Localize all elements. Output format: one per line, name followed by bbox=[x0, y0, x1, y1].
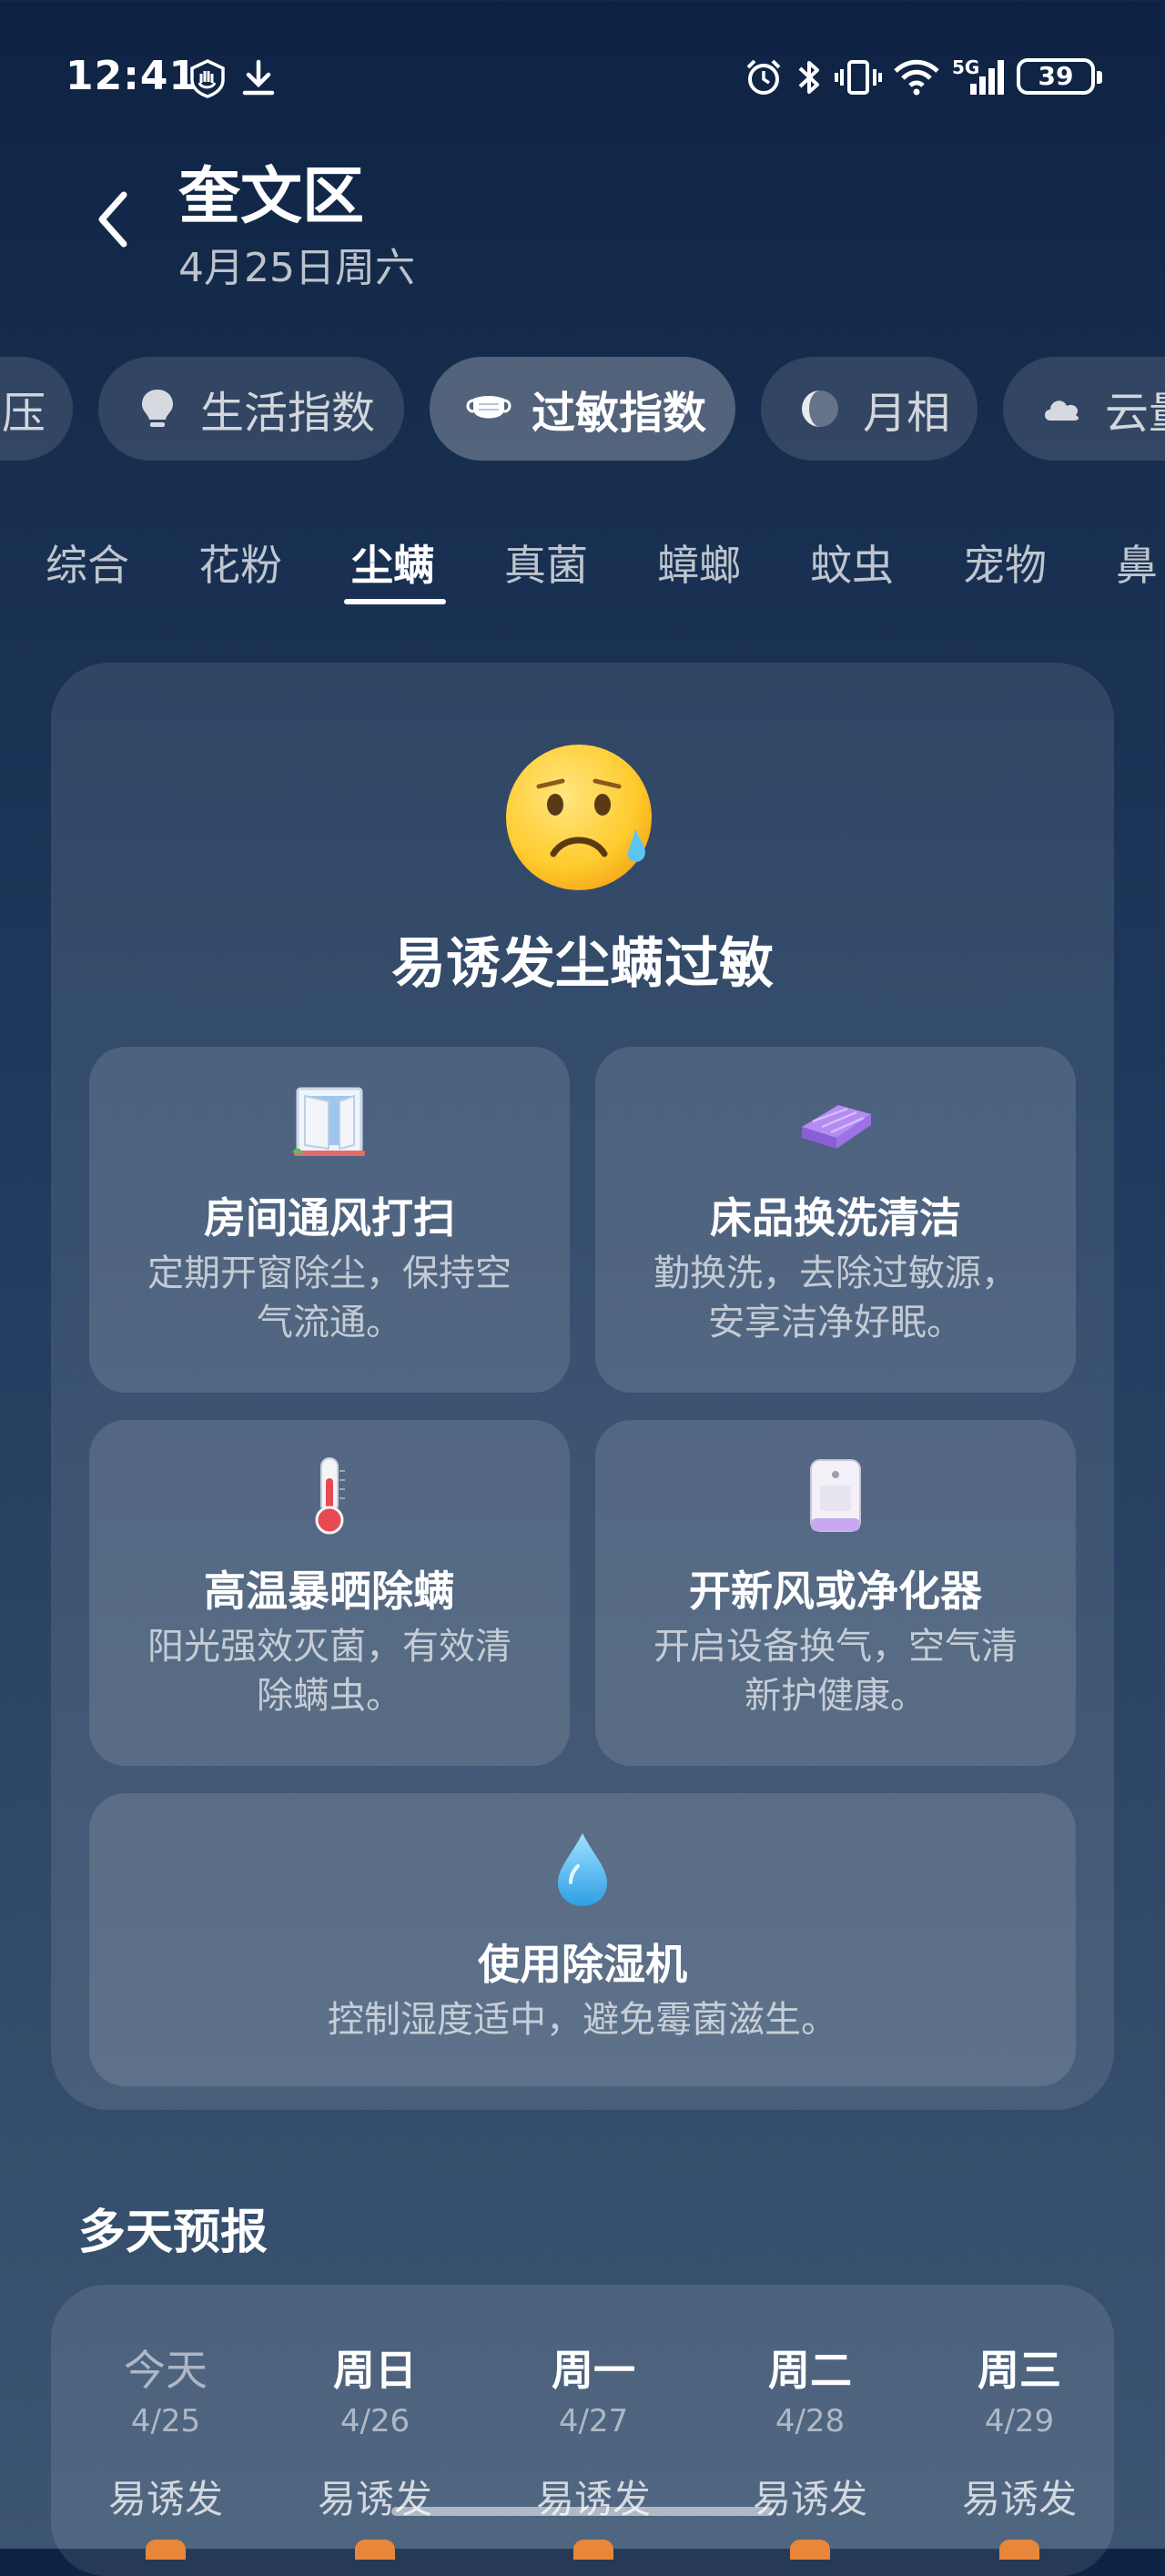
tab-nose[interactable]: 鼻 bbox=[1116, 532, 1158, 593]
tab-overall[interactable]: 综合 bbox=[46, 532, 129, 593]
tip-description: 定期开窗除尘，保持空气流通。 bbox=[147, 1253, 512, 1344]
tip-card-ventilation[interactable]: 房间通风打扫 定期开窗除尘，保持空气流通。 bbox=[89, 1047, 570, 1393]
chip-moon-phase[interactable]: 月相 bbox=[761, 357, 978, 461]
tip-title: 房间通风打扫 bbox=[204, 1193, 455, 1242]
download-icon bbox=[242, 59, 275, 96]
tab-fungi[interactable]: 真菌 bbox=[504, 532, 588, 593]
forecast-level-indicator bbox=[573, 2540, 613, 2560]
tip-description: 开启设备换气，空气清新护健康。 bbox=[653, 1626, 1018, 1717]
tip-description: 勤换洗，去除过敏源，安享洁净好眠。 bbox=[653, 1253, 1018, 1344]
forecast-level: 易诱发 bbox=[961, 2477, 1077, 2521]
hand-shield-icon bbox=[190, 59, 225, 98]
bluetooth-icon bbox=[798, 61, 819, 94]
active-tab-indicator bbox=[344, 599, 446, 604]
forecast-date: 4/29 bbox=[984, 2403, 1055, 2439]
status-time: 12:41 bbox=[66, 53, 198, 99]
mask-icon bbox=[466, 396, 512, 419]
status-bar: 12:41 5G 39 bbox=[0, 0, 1165, 155]
window-icon bbox=[292, 1087, 365, 1156]
tab-pet[interactable]: 宠物 bbox=[963, 532, 1047, 593]
alarm-icon bbox=[746, 59, 781, 95]
chip-life-index[interactable]: 生活指数 bbox=[98, 357, 404, 461]
tip-description: 控制湿度适中，避免霉菌滋生。 bbox=[328, 1999, 837, 2041]
thermometer-icon bbox=[315, 1457, 345, 1535]
forecast-day-label: 今天 bbox=[124, 2346, 208, 2395]
forecast-level-indicator bbox=[146, 2540, 186, 2560]
cloud-icon bbox=[1045, 401, 1079, 421]
tip-title: 使用除湿机 bbox=[478, 1940, 687, 1989]
chip-label: 云量 bbox=[1105, 388, 1165, 439]
signal-icon bbox=[970, 60, 1004, 95]
tip-card-bedding[interactable]: 床品换洗清洁 勤换洗，去除过敏源，安享洁净好眠。 bbox=[595, 1047, 1076, 1393]
forecast-day-label: 周一 bbox=[552, 2346, 635, 2395]
forecast-date: 4/27 bbox=[558, 2403, 629, 2439]
forecast-date: 4/28 bbox=[775, 2403, 846, 2439]
tip-card-sun-exposure[interactable]: 高温暴晒除螨 阳光强效灭菌，有效清除螨虫。 bbox=[89, 1420, 570, 1766]
moon-phase-icon bbox=[802, 390, 838, 427]
chip-label: 过敏指数 bbox=[532, 388, 707, 439]
tab-mosquito[interactable]: 蚊虫 bbox=[810, 532, 894, 593]
tip-title: 开新风或净化器 bbox=[689, 1567, 982, 1616]
home-indicator[interactable] bbox=[391, 2507, 774, 2516]
tip-card-dehumidifier[interactable]: 使用除湿机 控制湿度适中，避免霉菌滋生。 bbox=[89, 1793, 1076, 2086]
forecast-day-label: 周二 bbox=[768, 2346, 852, 2395]
forecast-level-indicator bbox=[999, 2540, 1039, 2560]
tab-pollen[interactable]: 花粉 bbox=[198, 532, 282, 593]
lightbulb-icon bbox=[142, 390, 173, 427]
tab-cockroach[interactable]: 蟑螂 bbox=[657, 532, 741, 593]
folded-blanket-icon bbox=[802, 1105, 871, 1149]
allergy-risk-headline: 易诱发尘螨过敏 bbox=[391, 932, 774, 996]
forecast-date: 4/26 bbox=[339, 2403, 410, 2439]
air-purifier-icon bbox=[810, 1459, 861, 1532]
forecast-level: 易诱发 bbox=[107, 2477, 223, 2521]
wifi-icon bbox=[894, 59, 939, 96]
vibrate-icon bbox=[835, 60, 882, 95]
forecast-date: 4/25 bbox=[130, 2403, 201, 2439]
location-title: 奎文区 bbox=[178, 161, 365, 233]
date-subtitle: 4月25日周六 bbox=[178, 245, 415, 291]
tab-dust-mite[interactable]: 尘螨 bbox=[351, 532, 435, 593]
forecast-title: 多天预报 bbox=[78, 2206, 268, 2260]
tip-title: 高温暴晒除螨 bbox=[204, 1567, 455, 1616]
back-arrow-icon[interactable] bbox=[84, 178, 138, 260]
worried-sweat-face-emoji bbox=[506, 745, 652, 890]
chip-label: 生活指数 bbox=[200, 388, 376, 439]
tip-card-air-purifier[interactable]: 开新风或净化器 开启设备换气，空气清新护健康。 bbox=[595, 1420, 1076, 1766]
forecast-level-indicator bbox=[790, 2540, 830, 2560]
tip-description: 阳光强效灭菌，有效清除螨虫。 bbox=[147, 1626, 512, 1717]
water-drop-icon bbox=[558, 1833, 607, 1906]
forecast-day-label: 周日 bbox=[333, 2346, 417, 2395]
forecast-level-indicator bbox=[355, 2540, 395, 2560]
chip-pressure[interactable]: 压 bbox=[0, 357, 73, 461]
battery-indicator: 39 bbox=[1017, 58, 1102, 95]
tip-title: 床品换洗清洁 bbox=[710, 1193, 961, 1242]
chip-label: 月相 bbox=[863, 388, 951, 439]
forecast-day-label: 周三 bbox=[978, 2346, 1061, 2395]
chip-allergy-index[interactable]: 过敏指数 bbox=[430, 357, 735, 461]
chip-cloud-cover[interactable]: 云量 bbox=[1003, 357, 1165, 461]
chip-label: 压 bbox=[1, 388, 46, 439]
